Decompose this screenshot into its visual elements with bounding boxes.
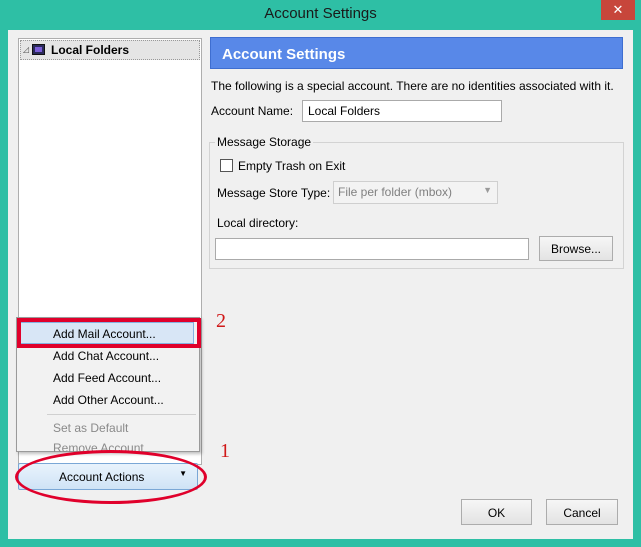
title-bar: Account Settings ✕ [0, 0, 641, 30]
tree-item-label: Local Folders [51, 43, 130, 57]
account-name-input[interactable]: Local Folders [302, 100, 502, 122]
annotation-highlight-box [17, 318, 201, 348]
close-button[interactable]: ✕ [601, 0, 635, 20]
ok-button[interactable]: OK [461, 499, 532, 525]
tree-item-local-folders[interactable]: ◿ Local Folders [20, 40, 200, 60]
message-store-type-label: Message Store Type: [217, 186, 331, 200]
expand-twisty-icon[interactable]: ◿ [23, 45, 29, 54]
chevron-down-icon: ▼ [483, 185, 492, 195]
close-icon: ✕ [612, 2, 624, 17]
menu-separator [47, 414, 196, 415]
empty-trash-checkbox[interactable] [220, 159, 233, 172]
local-directory-label: Local directory: [217, 216, 299, 230]
menu-item-add-feed-account[interactable]: Add Feed Account... [53, 371, 161, 385]
account-name-label: Account Name: [211, 104, 294, 118]
message-store-type-select: File per folder (mbox) ▼ [333, 181, 498, 204]
menu-item-label: Add Chat Account... [53, 349, 160, 363]
message-storage-legend: Message Storage [215, 135, 314, 149]
annotation-step-1: 1 [220, 440, 230, 462]
menu-item-label: Add Other Account... [53, 393, 164, 407]
menu-item-add-other-account[interactable]: Add Other Account... [53, 393, 164, 407]
browse-button[interactable]: Browse... [539, 236, 613, 261]
dialog-client-area: ◿ Local Folders Add Mail Account... Add … [8, 30, 633, 539]
menu-item-set-as-default: Set as Default [53, 421, 128, 435]
annotation-step-2: 2 [216, 310, 226, 332]
annotation-ellipse [15, 450, 207, 504]
empty-trash-label[interactable]: Empty Trash on Exit [238, 159, 345, 173]
window-title: Account Settings [264, 5, 377, 22]
settings-header: Account Settings [210, 37, 623, 69]
message-store-type-value: File per folder (mbox) [338, 185, 453, 199]
cancel-button[interactable]: Cancel [546, 499, 618, 525]
account-description: The following is a special account. Ther… [211, 79, 614, 93]
menu-item-label: Add Feed Account... [53, 371, 162, 385]
menu-item-add-chat-account[interactable]: Add Chat Account... [53, 349, 159, 363]
local-folders-icon [32, 44, 45, 55]
menu-item-label: Set as Default [53, 421, 129, 435]
local-directory-input[interactable] [215, 238, 529, 260]
